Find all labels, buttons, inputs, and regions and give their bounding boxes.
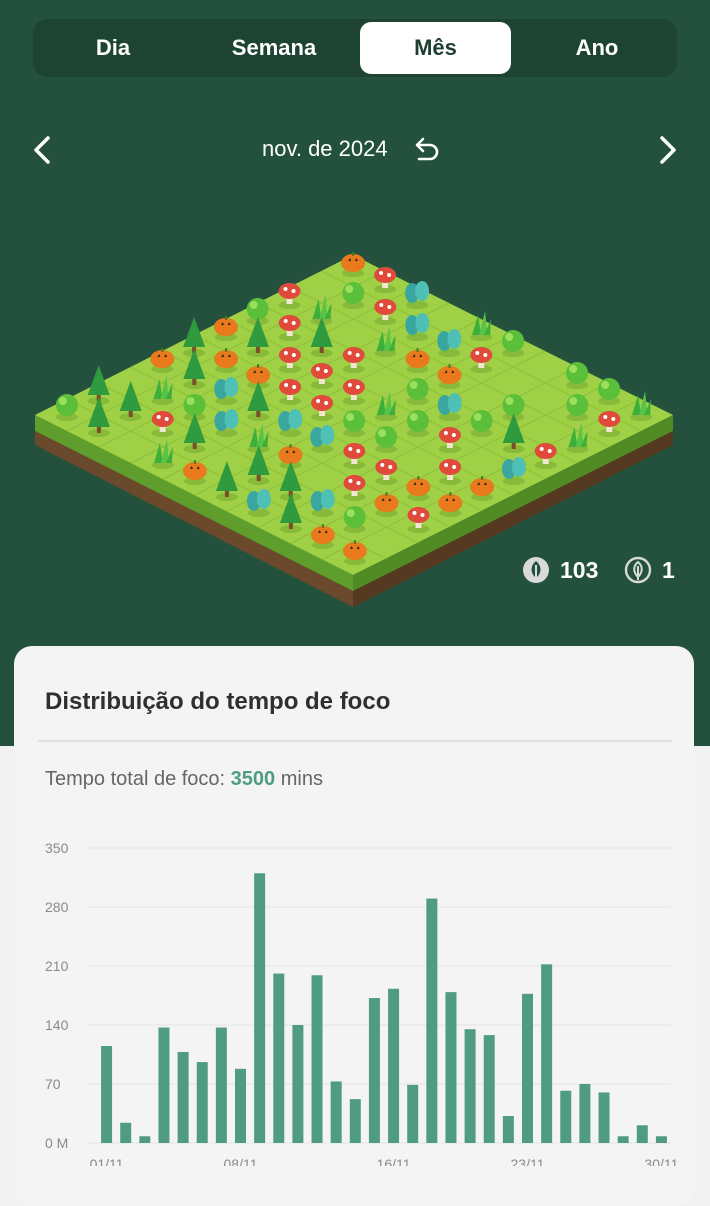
y-tick-label: 0 M [45,1135,68,1151]
tab-year[interactable]: Ano [517,22,677,74]
forest-island-illustration [35,252,673,607]
bar-13/11[interactable] [330,1081,342,1143]
bar-09/11[interactable] [254,873,266,1143]
bar-28/11[interactable] [617,1136,629,1143]
y-tick-label: 210 [45,958,69,974]
tab-week[interactable]: Semana [196,22,352,74]
bar-14/11[interactable] [349,1099,361,1143]
withered-leaf-icon [624,556,652,584]
healthy-tree-count: 103 [522,556,598,584]
total-focus-unit: mins [275,768,323,790]
y-tick-label: 280 [45,899,69,915]
chevron-right-icon[interactable] [648,132,684,168]
bar-11/11[interactable] [292,1025,304,1143]
bar-30/11[interactable] [655,1136,667,1143]
leaf-icon [523,557,549,583]
bar-06/11[interactable] [196,1062,208,1143]
bar-16/11[interactable] [388,988,400,1143]
bar-18/11[interactable] [426,898,438,1143]
healthy-tree-count-value: 103 [560,556,599,583]
tab-day[interactable]: Dia [33,22,193,74]
focus-distribution-card: Distribuição do tempo de foco Tempo tota… [14,646,694,1206]
x-tick-label: 08/11 [224,1156,258,1166]
bar-24/11[interactable] [541,964,553,1143]
bar-22/11[interactable] [502,1116,514,1143]
bar-08/11[interactable] [235,1068,246,1143]
y-tick-label: 70 [45,1076,61,1092]
dead-tree-count-value: 1 [662,556,675,583]
chevron-left-icon[interactable] [26,132,62,168]
bar-23/11[interactable] [522,993,533,1143]
total-focus-time: Tempo total de foco: 3500 mins [45,768,323,791]
bar-01/11[interactable] [101,1046,113,1143]
bar-02/11[interactable] [120,1122,132,1143]
bar-03/11[interactable] [139,1136,151,1143]
bar-07/11[interactable] [215,1027,227,1143]
bar-29/11[interactable] [636,1125,648,1143]
bar-10/11[interactable] [273,973,285,1143]
x-tick-label: 23/11 [511,1156,545,1166]
x-tick-label: 30/11 [644,1156,678,1166]
y-tick-label: 140 [45,1017,69,1033]
bar-21/11[interactable] [483,1035,495,1143]
period-label: nov. de 2024 [262,136,388,161]
bar-26/11[interactable] [579,1084,591,1143]
undo-icon[interactable] [410,134,442,166]
bar-17/11[interactable] [407,1084,419,1143]
bar-12/11[interactable] [311,975,323,1143]
forest-header: Dia Semana Mês Ano nov. de 2024 103 1 [0,0,710,746]
x-tick-label: 01/11 [90,1156,124,1166]
tab-month[interactable]: Mês [360,22,511,74]
bar-27/11[interactable] [598,1092,610,1143]
bar-20/11[interactable] [464,1029,476,1143]
card-title: Distribuição do tempo de foco [45,688,391,715]
dead-tree-count: 1 [624,556,675,584]
focus-time-bar-chart: 0 M 70 140 210 280 350 01/11 08/11 16/11 23/11 30… [45,840,679,1166]
bar-19/11[interactable] [445,992,457,1143]
bar-04/11[interactable] [158,1027,170,1143]
x-tick-label: 16/11 [377,1156,411,1166]
period-segmented-control: Dia Semana Mês Ano [33,19,677,77]
total-focus-label: Tempo total de foco: [45,768,231,790]
divider [38,740,672,742]
y-tick-label: 350 [45,840,69,856]
total-focus-value: 3500 [230,768,276,790]
bar-25/11[interactable] [560,1090,572,1143]
bar-05/11[interactable] [177,1051,189,1143]
period-navigation: nov. de 2024 [0,122,710,178]
bar-15/11[interactable] [368,998,380,1143]
